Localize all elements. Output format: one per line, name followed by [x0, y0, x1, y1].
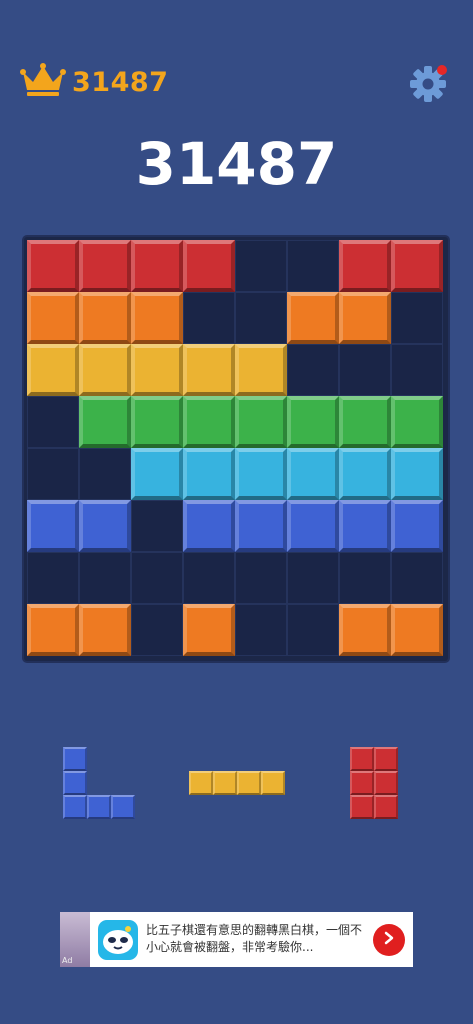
board-cell-empty — [287, 552, 339, 604]
board-block-red — [27, 240, 79, 292]
piece-block — [237, 771, 261, 795]
board-block-blue — [27, 500, 79, 552]
board-block-yellow — [183, 344, 235, 396]
piece-block — [111, 795, 135, 819]
piece-block — [261, 771, 285, 795]
board-cell-empty — [287, 604, 339, 656]
board-cell-empty — [131, 552, 183, 604]
board-cell-empty — [235, 604, 287, 656]
piece-block-red[interactable] — [350, 747, 398, 819]
game-board[interactable] — [24, 237, 448, 661]
piece-l-blue[interactable] — [63, 747, 135, 819]
board-cell-empty — [79, 448, 131, 500]
piece-block — [87, 795, 111, 819]
piece-block — [213, 771, 237, 795]
board-cell-empty — [79, 552, 131, 604]
ad-text: 比五子棋還有意思的翻轉黑白棋，一個不小心就會被翻盤，非常考驗你... — [146, 922, 363, 954]
ad-thumbnail: Ad — [60, 912, 90, 967]
board-block-orange — [339, 604, 391, 656]
board-cell-empty — [339, 344, 391, 396]
piece-block — [374, 795, 398, 819]
board-block-orange — [339, 292, 391, 344]
board-cell-empty — [339, 552, 391, 604]
board-block-orange — [27, 292, 79, 344]
piece-block — [374, 747, 398, 771]
board-cell-empty — [287, 240, 339, 292]
board-block-cyan — [235, 448, 287, 500]
piece-block — [63, 747, 87, 771]
board-cell-empty — [183, 292, 235, 344]
board-block-cyan — [183, 448, 235, 500]
board-block-yellow — [27, 344, 79, 396]
board-block-green — [131, 396, 183, 448]
board-block-red — [391, 240, 443, 292]
board-cell-empty — [183, 552, 235, 604]
board-block-blue — [339, 500, 391, 552]
best-score-value: 31487 — [72, 66, 169, 98]
board-block-yellow — [79, 344, 131, 396]
board-cell-empty — [27, 448, 79, 500]
ad-label: Ad — [62, 956, 73, 965]
board-cell-empty — [391, 344, 443, 396]
board-block-red — [131, 240, 183, 292]
board-cell-empty — [391, 292, 443, 344]
board-block-orange — [79, 292, 131, 344]
board-block-blue — [183, 500, 235, 552]
settings-button[interactable] — [407, 63, 449, 105]
chevron-right-icon — [382, 930, 396, 949]
board-cell-empty — [27, 396, 79, 448]
current-score: 31487 — [135, 130, 338, 198]
board-block-green — [287, 396, 339, 448]
board-block-green — [183, 396, 235, 448]
board-block-cyan — [339, 448, 391, 500]
board-block-orange — [391, 604, 443, 656]
board-block-green — [391, 396, 443, 448]
piece-i-yellow[interactable] — [189, 771, 285, 795]
board-block-yellow — [131, 344, 183, 396]
board-block-blue — [391, 500, 443, 552]
board-cell-empty — [131, 500, 183, 552]
board-block-blue — [287, 500, 339, 552]
board-block-green — [235, 396, 287, 448]
board-block-yellow — [235, 344, 287, 396]
board-block-orange — [79, 604, 131, 656]
board-cell-empty — [27, 552, 79, 604]
gear-icon — [407, 66, 449, 109]
piece-block — [63, 795, 87, 819]
board-cell-empty — [391, 552, 443, 604]
board-block-blue — [235, 500, 287, 552]
board-block-orange — [183, 604, 235, 656]
board-block-red — [79, 240, 131, 292]
board-block-green — [79, 396, 131, 448]
piece-block — [189, 771, 213, 795]
board-block-green — [339, 396, 391, 448]
board-block-orange — [287, 292, 339, 344]
board-cell-empty — [131, 604, 183, 656]
board-block-orange — [131, 292, 183, 344]
board-block-cyan — [287, 448, 339, 500]
board-block-cyan — [391, 448, 443, 500]
crown-icon — [20, 62, 66, 102]
board-block-cyan — [131, 448, 183, 500]
top-bar: 31487 — [0, 0, 473, 150]
board-cell-empty — [287, 344, 339, 396]
piece-block — [374, 771, 398, 795]
board-cell-empty — [235, 240, 287, 292]
board-block-red — [183, 240, 235, 292]
ad-banner[interactable]: Ad 比五子棋還有意思的翻轉黑白棋，一個不小心就會被翻盤，非常考驗你... — [60, 912, 413, 967]
piece-block — [350, 771, 374, 795]
board-block-blue — [79, 500, 131, 552]
ad-open-button[interactable] — [373, 923, 405, 956]
board-cell-empty — [235, 552, 287, 604]
piece-block — [350, 747, 374, 771]
mascot-icon — [98, 919, 138, 960]
best-score-display: 31487 — [20, 62, 168, 102]
board-block-red — [339, 240, 391, 292]
piece-block — [350, 795, 374, 819]
notification-dot — [437, 65, 447, 75]
board-cell-empty — [235, 292, 287, 344]
piece-block — [63, 771, 87, 795]
board-block-orange — [27, 604, 79, 656]
